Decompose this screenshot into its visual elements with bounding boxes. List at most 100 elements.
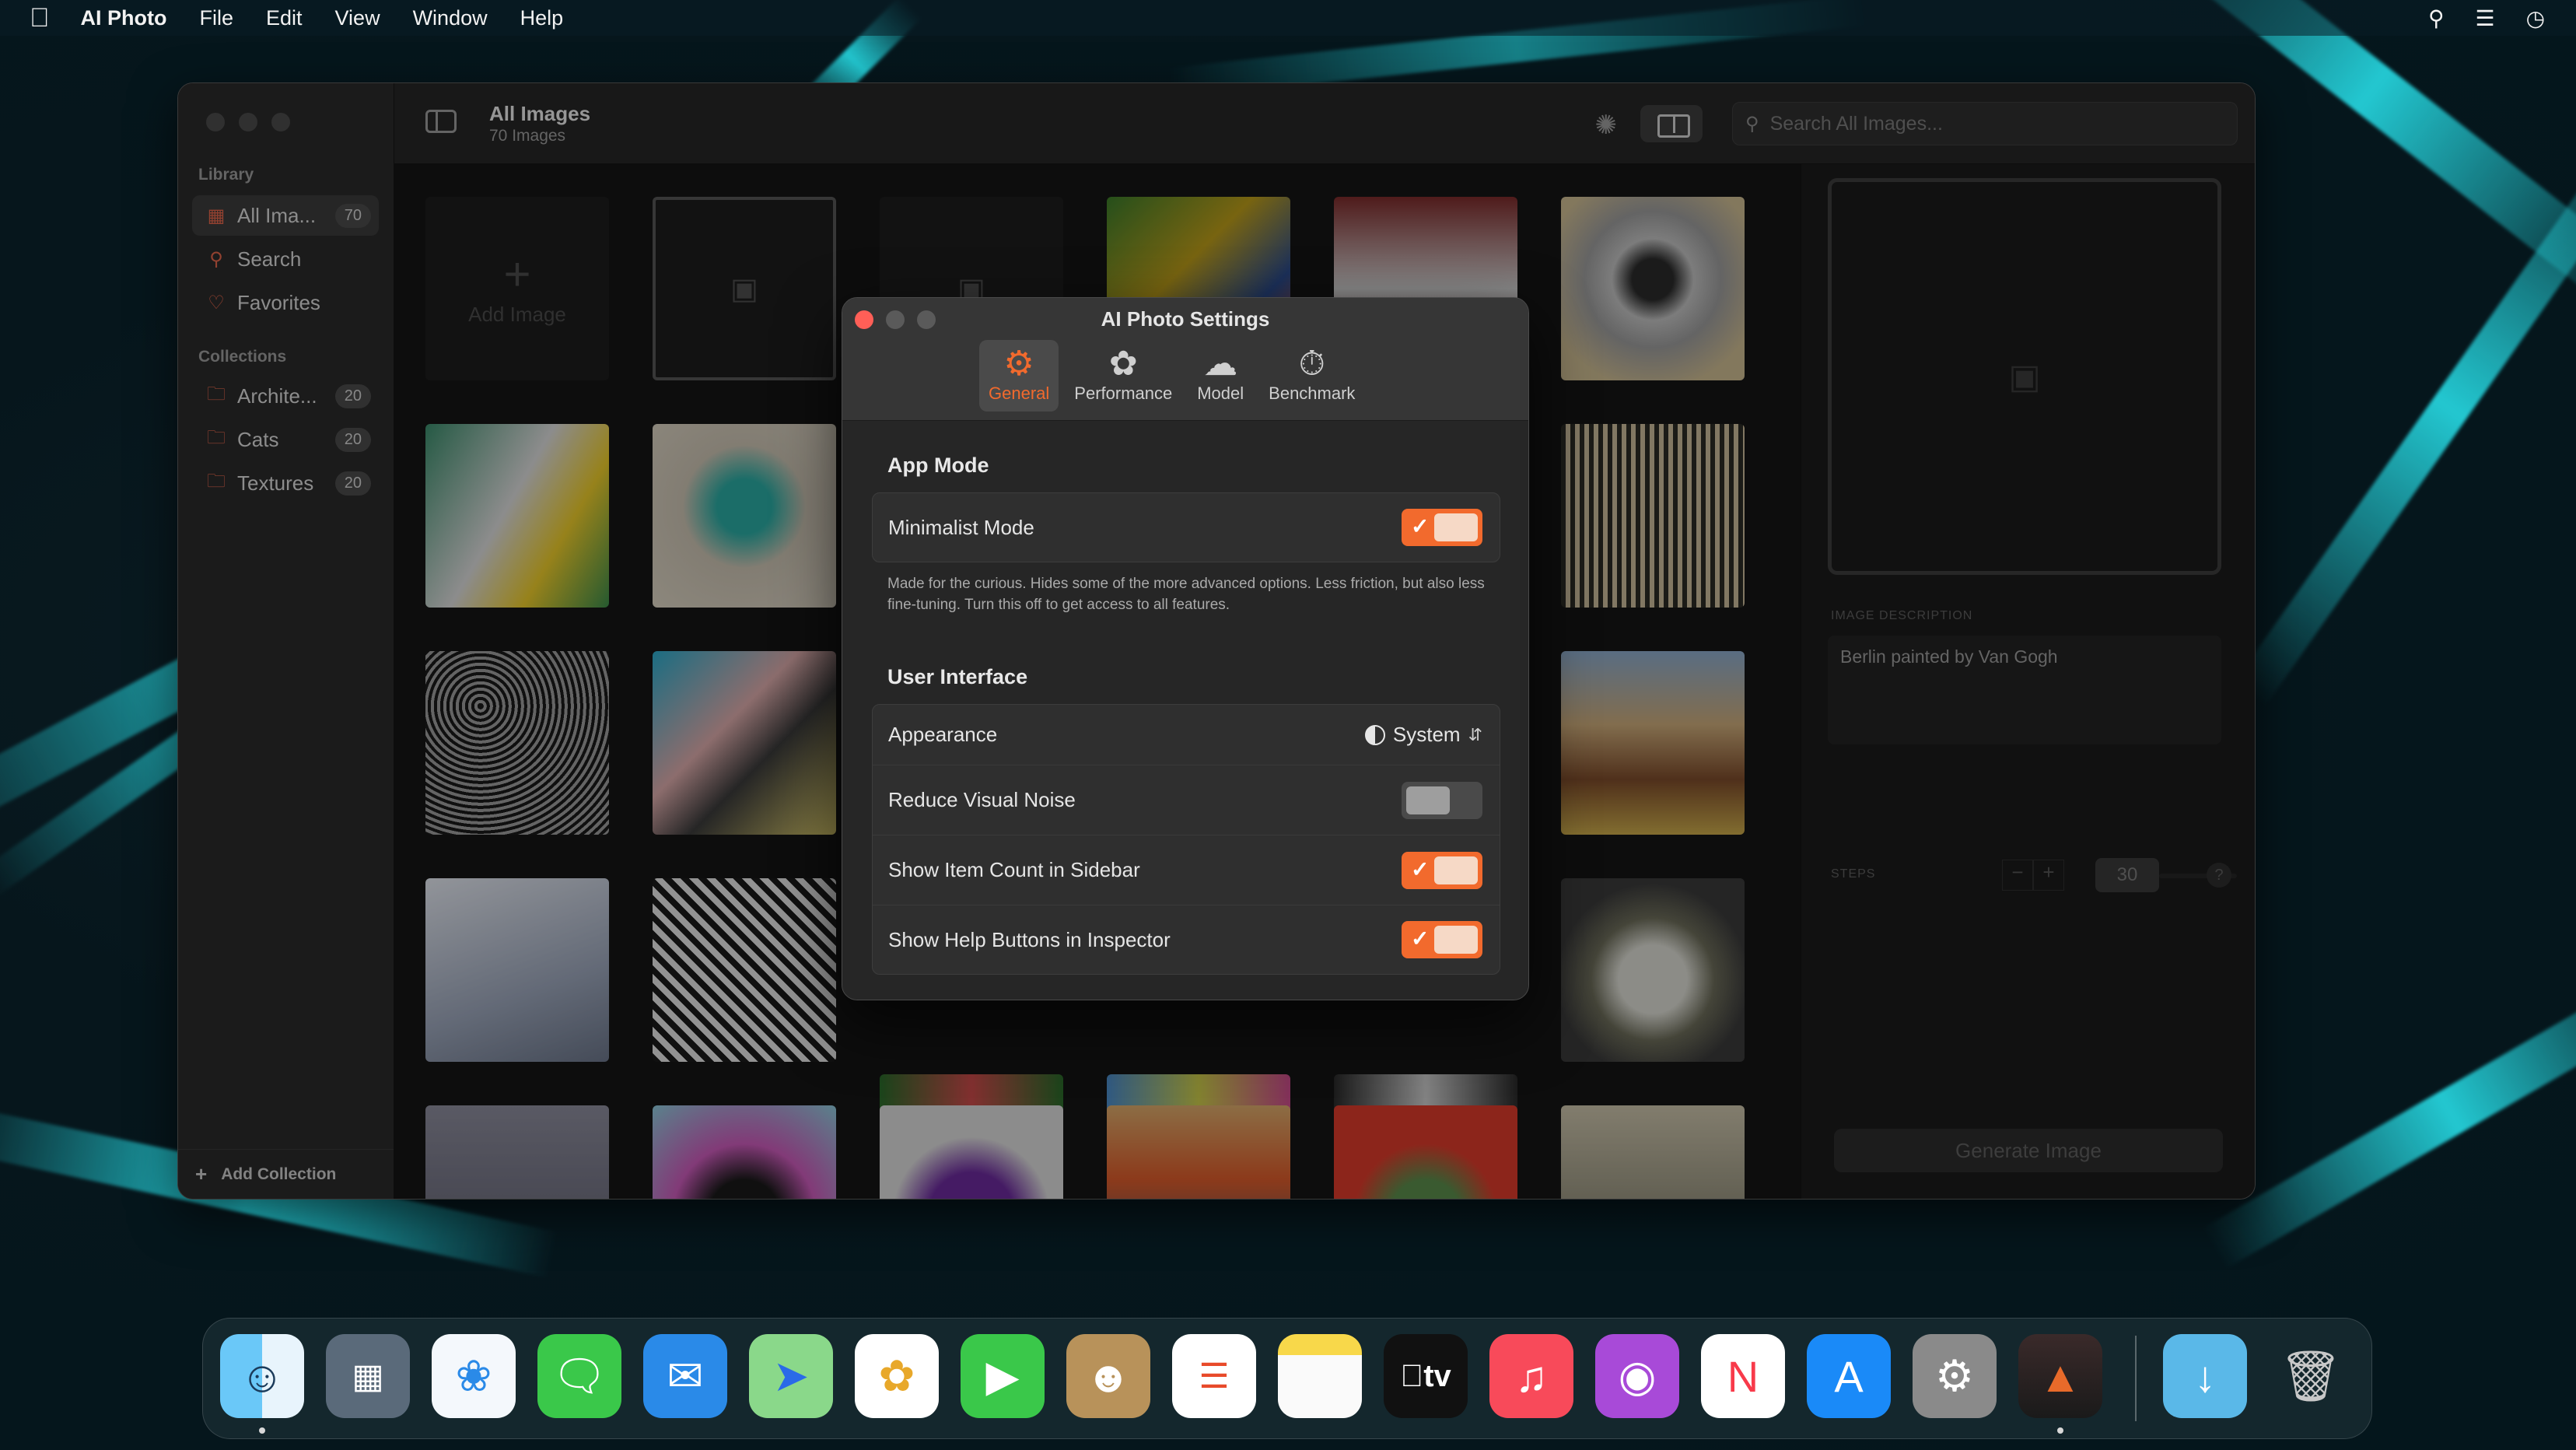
add-collection-button[interactable]: + Add Collection [178,1149,394,1199]
sidebar-item-label: Search [237,247,302,271]
item-count-badge: 20 [334,384,371,408]
sidebar-item-all-images[interactable]: ▦ All Ima... 70 [192,195,379,236]
podcasts-icon[interactable]: ◉ [1595,1334,1679,1418]
tab-benchmark[interactable]: ⏱ Benchmark [1259,340,1364,412]
steps-value[interactable]: 30 [2095,858,2159,892]
add-collection-label: Add Collection [221,1165,337,1183]
tab-performance[interactable]: ✿ Performance [1065,340,1181,412]
image-description-field[interactable]: Berlin painted by Van Gogh [1828,636,2221,744]
image-tile[interactable] [880,1105,1063,1199]
sidebar-item-textures[interactable]: 🗀 Textures 20 [192,463,379,503]
search-icon: ⚲ [209,248,223,270]
menu-app-name[interactable]: AI Photo [81,6,167,30]
tv-icon[interactable]: tv [1384,1334,1468,1418]
appearance-select[interactable]: System ⇵ [1364,723,1482,747]
sidebar-item-architecture[interactable]: 🗀 Archite... 20 [192,376,379,416]
image-tile[interactable] [1107,1105,1290,1199]
search-icon: ⚲ [1745,113,1759,135]
steps-stepper[interactable]: − + [2002,860,2064,891]
safari-icon[interactable]: ❀ [432,1334,516,1418]
minimize-button[interactable] [239,113,257,131]
search-input[interactable] [1769,112,2206,135]
rabbit-icon: ✿ [1108,345,1138,383]
show-item-count-row: Show Item Count in Sidebar ✓ [873,835,1500,905]
sidebar-item-label: Textures [237,471,314,495]
contacts-icon[interactable]: ☻ [1066,1334,1150,1418]
app-store-icon[interactable]: A [1807,1334,1891,1418]
reminders-icon[interactable]: ☰ [1172,1334,1256,1418]
steps-label: STEPS [1831,867,1876,881]
help-button[interactable]: ? [2207,863,2231,888]
menu-help[interactable]: Help [520,6,564,30]
sidebar-item-label: Favorites [237,290,320,314]
system-settings-icon[interactable]: ⚙ [1913,1334,1997,1418]
image-tile[interactable] [425,1105,609,1199]
image-tile[interactable] [1561,878,1745,1062]
sidebar-item-search[interactable]: ⚲ Search [192,239,379,279]
maps-icon[interactable]: ➤ [749,1334,833,1418]
image-tile[interactable] [653,424,836,608]
finder-icon[interactable]: ☺ [220,1334,304,1418]
apple-logo-icon[interactable]:  [30,3,50,33]
tab-model[interactable]: ☁ Model [1188,340,1253,412]
image-tile[interactable] [1561,651,1745,835]
reduce-visual-noise-row: Reduce Visual Noise [873,765,1500,835]
gear-icon: ⚙ [1003,345,1034,383]
user-interface-group: Appearance System ⇵ Reduce Visual Noise … [872,704,1500,975]
reduce-visual-noise-toggle[interactable] [1402,781,1482,819]
zoom-button[interactable] [271,113,290,131]
folder-icon: 🗀 [207,383,226,405]
window-controls [206,113,290,131]
search-field[interactable]: ⚲ [1732,102,2238,145]
clock-icon[interactable]: ◷ [2526,5,2545,31]
inspector-panel: ▣ IMAGE DESCRIPTION Berlin painted by Va… [1801,164,2255,1199]
image-tile[interactable] [1561,197,1745,380]
image-tile-placeholder[interactable]: ▣ [653,197,836,380]
menu-view[interactable]: View [335,6,380,30]
trash-icon[interactable]: 🗑 [2269,1334,2353,1418]
ai-photo-app-icon[interactable]: ▲ [2018,1334,2102,1418]
image-tile[interactable] [425,878,609,1062]
tab-general[interactable]: ⚙ General [979,340,1059,412]
image-tile[interactable] [653,1105,836,1199]
toggle-sidebar-button[interactable] [425,110,457,133]
settings-dialog: AI Photo Settings ⚙ General ✿ Performanc… [842,297,1529,1000]
photos-icon[interactable]: ✿ [855,1334,939,1418]
minus-icon[interactable]: − [2002,860,2033,891]
messages-icon[interactable]: 🗨 [537,1334,621,1418]
sidebar-item-label: Archite... [237,384,317,408]
add-image-tile[interactable]: + Add Image [425,197,609,380]
image-tile[interactable] [653,651,836,835]
page-title: All Images [489,102,591,125]
menu-file[interactable]: File [199,6,233,30]
image-tile[interactable] [1334,1105,1517,1199]
downloads-folder-icon[interactable]: ↓ [2163,1334,2247,1418]
menu-edit[interactable]: Edit [266,6,303,30]
notes-icon[interactable] [1278,1334,1362,1418]
sidebar-item-favorites[interactable]: ♡ Favorites [192,282,379,323]
music-icon[interactable]: ♫ [1489,1334,1573,1418]
image-tile[interactable] [425,424,609,608]
image-tile[interactable] [425,651,609,835]
generate-image-button[interactable]: Generate Image [1834,1129,2223,1172]
show-help-buttons-toggle[interactable]: ✓ [1402,921,1482,958]
show-item-count-toggle[interactable]: ✓ [1402,851,1482,889]
launchpad-icon[interactable]: ▦ [326,1334,410,1418]
activity-spinner-icon: ✺ [1594,110,1618,140]
menu-window[interactable]: Window [413,6,488,30]
facetime-icon[interactable]: ▶ [961,1334,1045,1418]
mail-icon[interactable]: ✉ [643,1334,727,1418]
toggle-inspector-button[interactable] [1640,105,1703,142]
image-tile[interactable] [1561,1105,1745,1199]
menu-bar:  AI Photo File Edit View Window Help ⚲ … [0,0,2576,36]
search-icon[interactable]: ⚲ [2428,5,2445,31]
image-tile[interactable] [1561,424,1745,608]
running-indicator [2057,1427,2063,1434]
plus-icon[interactable]: + [2033,860,2064,891]
control-center-icon[interactable]: ☰ [2475,5,2494,31]
close-button[interactable] [206,113,225,131]
news-icon[interactable]: N [1701,1334,1785,1418]
image-tile[interactable] [653,878,836,1062]
sidebar-item-cats[interactable]: 🗀 Cats 20 [192,419,379,460]
minimalist-mode-toggle[interactable]: ✓ [1402,509,1482,546]
